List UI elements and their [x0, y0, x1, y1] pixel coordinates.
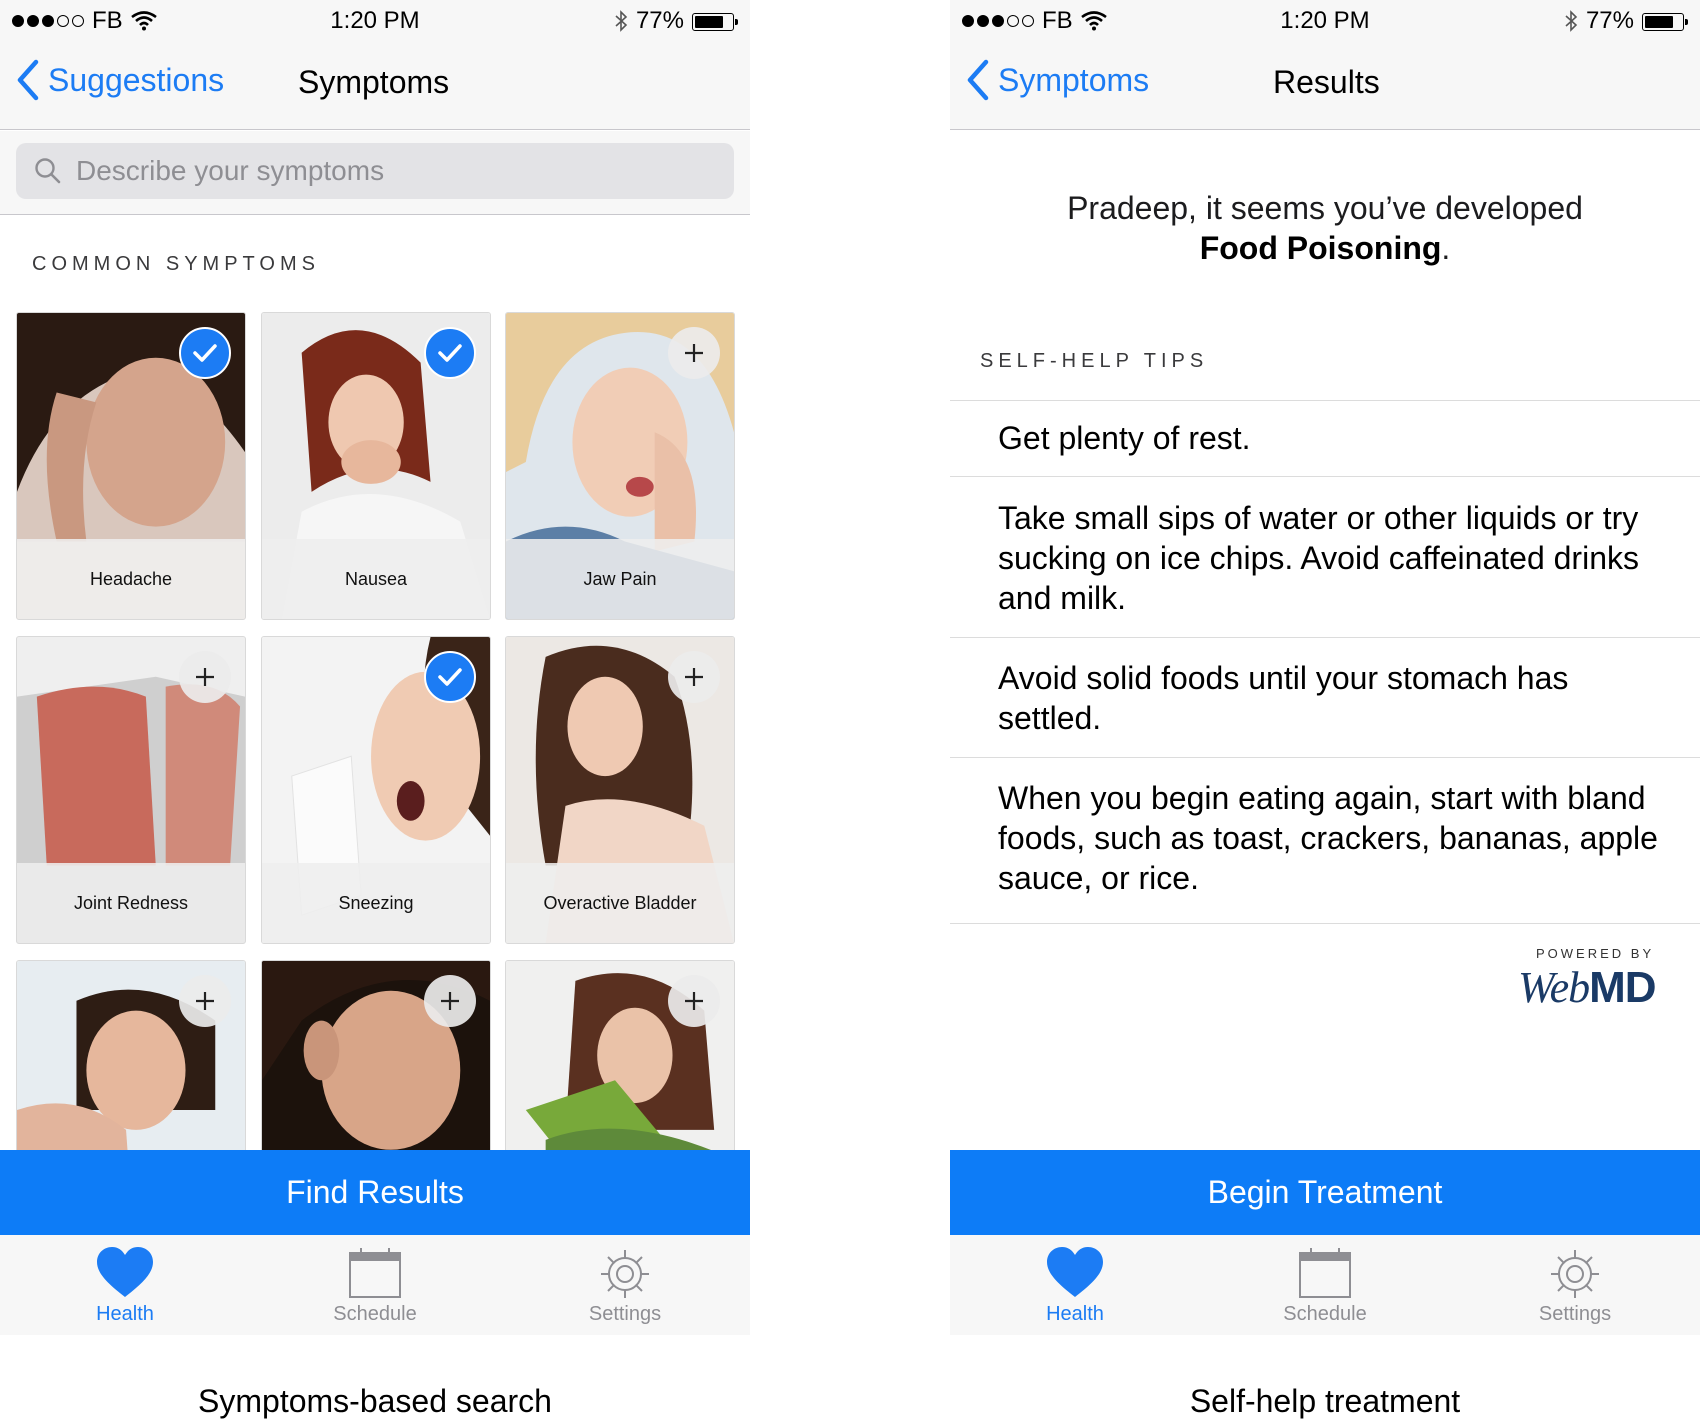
search-icon	[35, 158, 61, 184]
chevron-left-icon	[967, 59, 989, 101]
symptom-label: Jaw Pain	[506, 539, 734, 619]
results-screen: FB 1:20 PM 77% Symptoms Results Pradeep,…	[950, 0, 1700, 1335]
symptom-tile-sneezing[interactable]: Sneezing	[261, 636, 491, 944]
checkmark-icon[interactable]	[424, 327, 476, 379]
battery-percent: 77%	[1585, 7, 1634, 34]
screen-caption: Self-help treatment	[1189, 1383, 1461, 1419]
symptom-tile-overactive-bladder[interactable]: Overactive Bladder	[505, 636, 735, 944]
calendar-icon	[1299, 1248, 1351, 1298]
tab-bar: Health Schedule Settings	[0, 1235, 750, 1335]
back-button[interactable]: Suggestions	[16, 58, 224, 102]
bluetooth-icon	[615, 10, 628, 32]
tip-item: Avoid solid foods until your stomach has…	[998, 660, 1569, 736]
calendar-icon	[349, 1248, 401, 1298]
checkmark-icon[interactable]	[179, 327, 231, 379]
symptom-tile-jaw-pain[interactable]: Jaw Pain	[505, 312, 735, 620]
tab-label: Schedule	[333, 1303, 417, 1325]
back-button[interactable]: Symptoms	[966, 58, 1149, 102]
heart-icon	[1047, 1247, 1103, 1297]
diagnosis-name: Food Poisoning	[1199, 230, 1442, 266]
tab-schedule[interactable]: Schedule	[250, 1235, 500, 1335]
battery-icon	[1642, 11, 1688, 31]
plus-icon[interactable]	[668, 327, 720, 379]
divider	[950, 400, 1700, 401]
symptom-tile-headache[interactable]: Headache	[16, 312, 246, 620]
tab-bar: Health Schedule Settings	[950, 1235, 1700, 1335]
screen-caption: Symptoms-based search	[198, 1383, 552, 1419]
result-intro: Pradeep, it seems you’ve developed	[1067, 190, 1583, 226]
tab-label: Schedule	[1283, 1303, 1367, 1325]
battery-group: 77%	[614, 7, 738, 35]
section-header: COMMON SYMPTOMS	[32, 253, 320, 275]
divider	[950, 923, 1700, 924]
find-results-button[interactable]: Find Results	[0, 1150, 750, 1235]
tip-item: When you begin eating again, start with …	[998, 780, 1658, 896]
battery-group: 77%	[1564, 7, 1688, 35]
page-title: Results	[1273, 64, 1380, 100]
bluetooth-icon	[1565, 10, 1578, 32]
heart-icon	[97, 1247, 153, 1297]
symptom-label: Overactive Bladder	[506, 863, 734, 943]
diagnosis-suffix: .	[1441, 230, 1451, 266]
plus-icon[interactable]	[424, 975, 476, 1027]
search-bar	[0, 131, 750, 215]
tab-label: Health	[96, 1303, 154, 1325]
symptom-tile-nausea[interactable]: Nausea	[261, 312, 491, 620]
tip-item: Take small sips of water or other liquid…	[998, 500, 1639, 616]
gear-icon	[601, 1250, 649, 1298]
tab-settings[interactable]: Settings	[500, 1235, 750, 1335]
powered-by-label: POWERED BY	[1536, 946, 1655, 961]
search-field[interactable]	[16, 143, 734, 199]
tab-settings[interactable]: Settings	[1450, 1235, 1700, 1335]
section-header: SELF-HELP TIPS	[980, 350, 1209, 372]
search-input[interactable]	[76, 155, 696, 187]
symptoms-screen: FB 1:20 PM 77% Suggestions Symptoms Desc…	[0, 0, 750, 1335]
plus-icon[interactable]	[668, 975, 720, 1027]
plus-icon[interactable]	[179, 651, 231, 703]
checkmark-icon[interactable]	[424, 651, 476, 703]
divider	[950, 476, 1700, 477]
tab-health[interactable]: Health	[0, 1235, 250, 1335]
back-button-label: Suggestions	[48, 61, 225, 98]
gear-icon	[1551, 1250, 1599, 1298]
battery-percent: 77%	[635, 7, 684, 34]
tab-label: Settings	[1538, 1303, 1612, 1325]
tab-label: Health	[1046, 1303, 1104, 1325]
navigation-bar: Suggestions Symptoms	[0, 40, 750, 130]
tab-schedule[interactable]: Schedule	[1200, 1235, 1450, 1335]
navigation-bar: Symptoms Results	[950, 40, 1700, 130]
tip-item: Get plenty of rest.	[998, 420, 1251, 456]
symptom-label: Nausea	[262, 539, 490, 619]
back-button-label: Symptoms	[998, 61, 1150, 98]
battery-icon	[692, 11, 738, 31]
logo-md: MD	[1589, 963, 1656, 1012]
page-title: Symptoms	[298, 64, 450, 100]
symptom-label: Joint Redness	[17, 863, 245, 943]
symptom-label: Headache	[17, 539, 245, 619]
divider	[950, 757, 1700, 758]
status-bar: FB 1:20 PM 77%	[950, 0, 1700, 40]
webmd-logo: WebMD	[1518, 962, 1657, 1013]
tab-health[interactable]: Health	[950, 1235, 1200, 1335]
logo-web: Web	[1518, 963, 1590, 1012]
plus-icon[interactable]	[668, 651, 720, 703]
tab-label: Settings	[588, 1303, 662, 1325]
plus-icon[interactable]	[179, 975, 231, 1027]
divider	[950, 637, 1700, 638]
status-bar: FB 1:20 PM 77%	[0, 0, 750, 40]
result-diagnosis-line: Food Poisoning.	[950, 230, 1700, 267]
symptom-label: Sneezing	[262, 863, 490, 943]
begin-treatment-button[interactable]: Begin Treatment	[950, 1150, 1700, 1235]
chevron-left-icon	[17, 59, 39, 101]
symptom-tile-joint-redness[interactable]: Joint Redness	[16, 636, 246, 944]
